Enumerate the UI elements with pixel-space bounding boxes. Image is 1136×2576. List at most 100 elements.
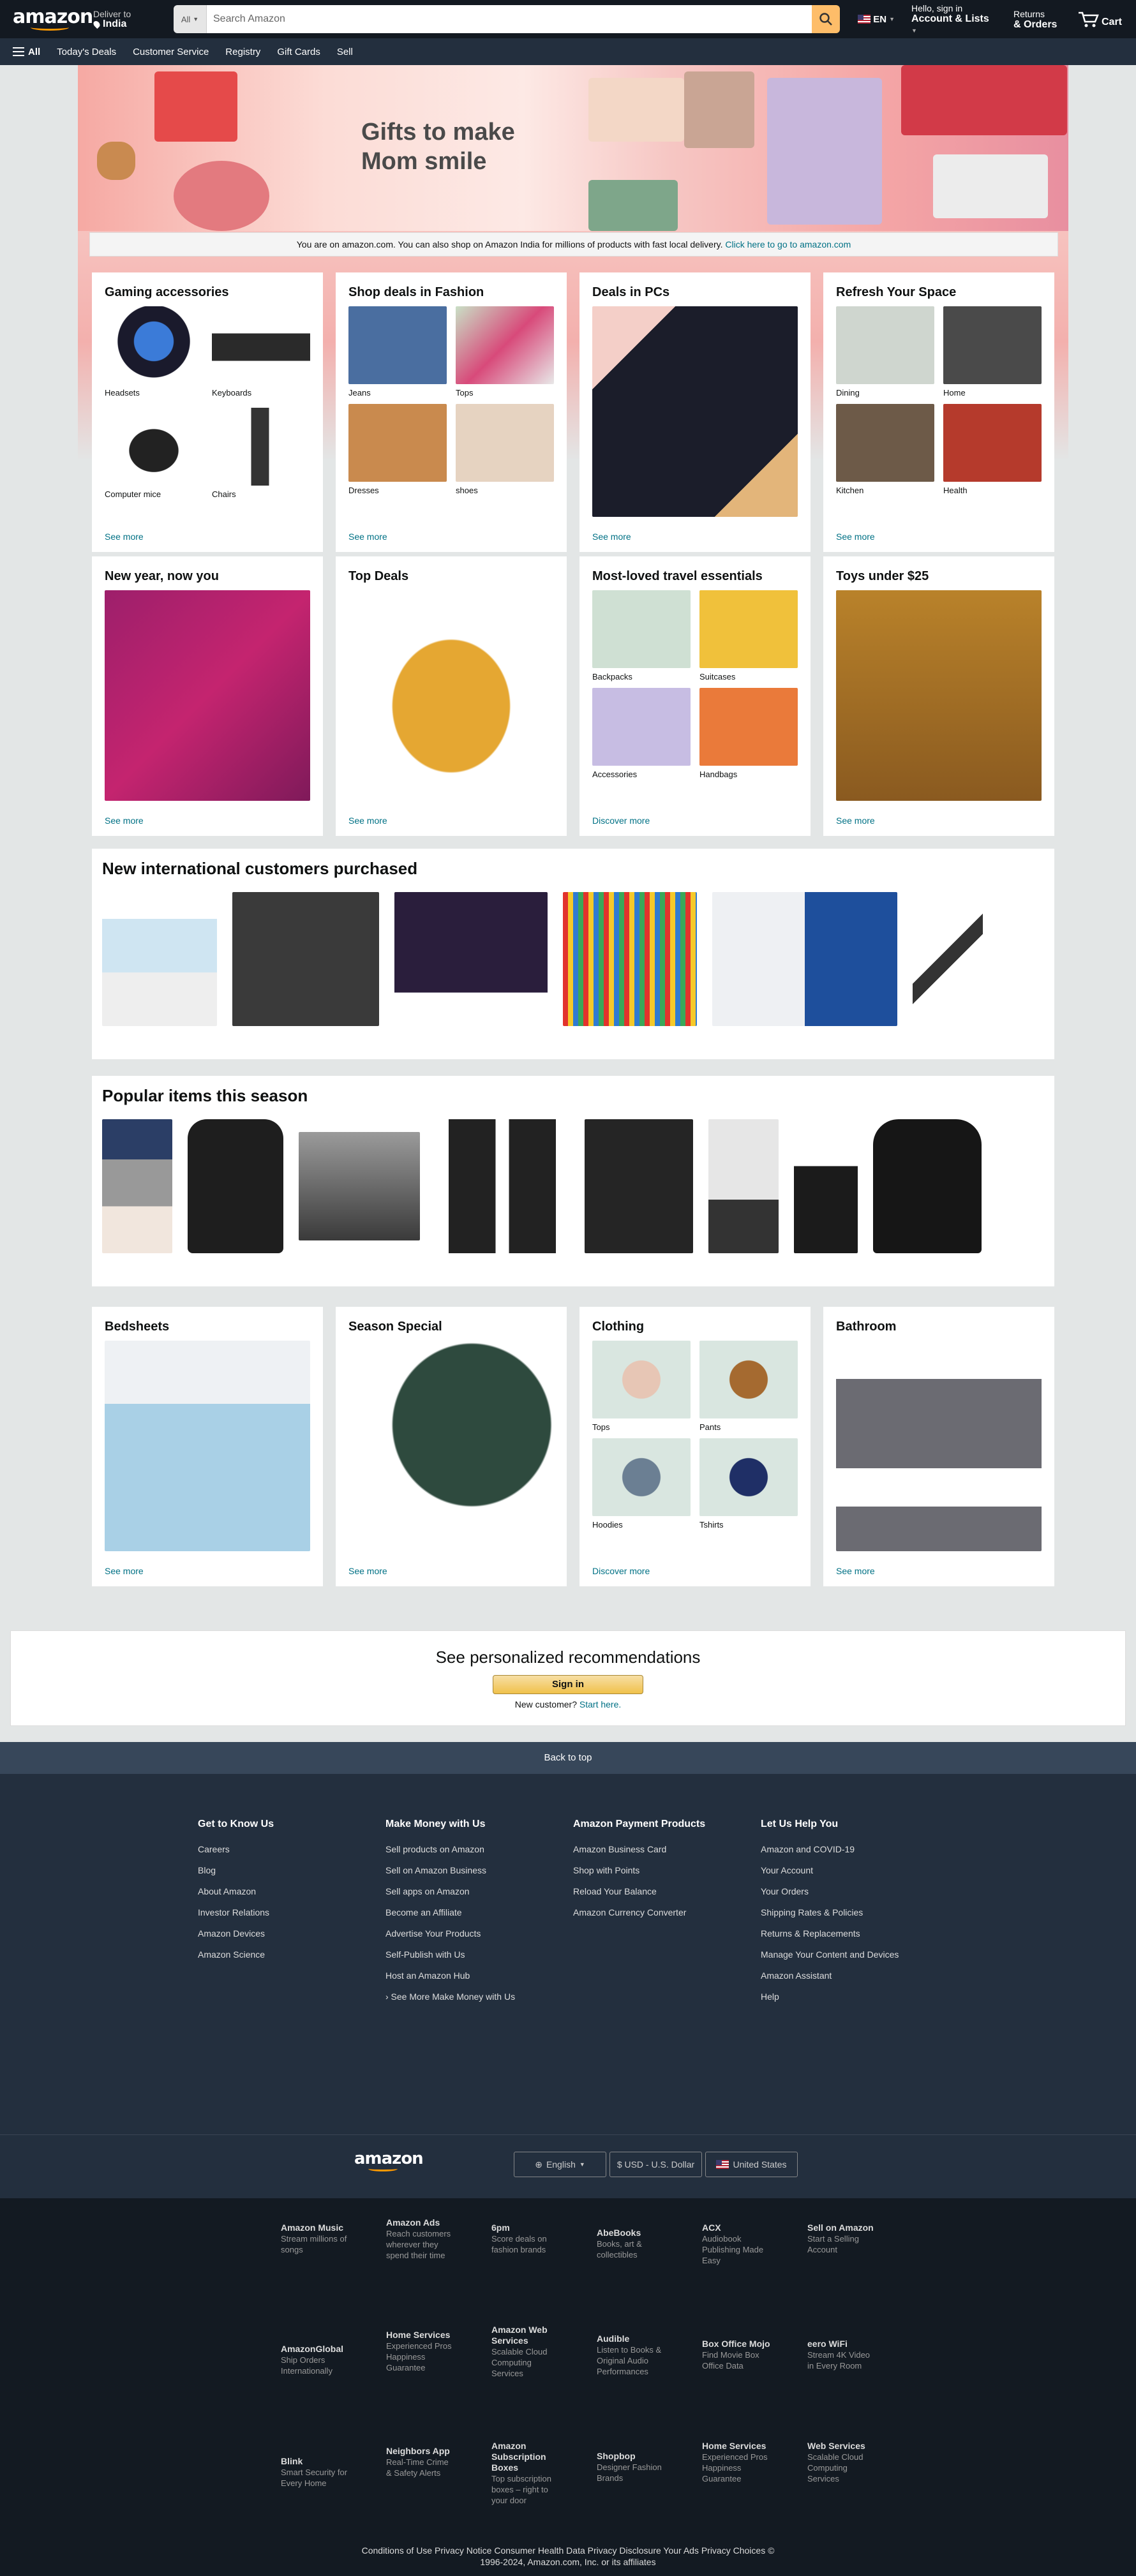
start-here-link[interactable]: Start here. <box>579 1699 621 1709</box>
footer-link[interactable]: Host an Amazon Hub <box>385 1965 573 1986</box>
see-more-link[interactable]: See more <box>592 525 798 542</box>
footer-link[interactable]: Amazon Devices <box>198 1923 385 1944</box>
footer-link[interactable]: Blog <box>198 1860 385 1881</box>
sign-in-button[interactable]: Sign in <box>493 1675 643 1694</box>
footer-link[interactable]: Shop with Points <box>573 1860 761 1881</box>
see-more-link[interactable]: See more <box>348 1560 554 1576</box>
quad-item-shoes[interactable]: shoes <box>456 404 554 495</box>
footer-link[interactable]: Reload Your Balance <box>573 1881 761 1902</box>
quad-item-backpacks[interactable]: Backpacks <box>592 590 691 681</box>
subnav-customer-service[interactable]: Customer Service <box>133 47 209 57</box>
deliver-to[interactable]: Deliver to India <box>91 9 161 29</box>
search-input[interactable] <box>207 5 812 33</box>
quad-item-chairs[interactable]: Chairs <box>212 408 310 499</box>
product-lg-monitor[interactable] <box>394 892 548 1026</box>
discover-more-link[interactable]: Discover more <box>592 1560 798 1576</box>
footer-link[interactable]: › See More Make Money with Us <box>385 1986 573 2007</box>
quad-item-accessories[interactable]: Accessories <box>592 688 691 779</box>
bedsheets-image[interactable] <box>105 1341 310 1551</box>
quad-item-tshirts[interactable]: Tshirts <box>699 1438 798 1530</box>
subnav-gift-cards[interactable]: Gift Cards <box>277 47 320 57</box>
product-curtains[interactable] <box>435 1119 569 1253</box>
product-oxford-cards[interactable] <box>712 892 897 1026</box>
see-more-link[interactable]: See more <box>836 809 1042 826</box>
service-sell-on-amazon[interactable]: Sell on Amazon Start a Selling Account <box>807 2222 878 2255</box>
gaming-pc-image[interactable] <box>592 306 798 517</box>
quad-item-pants[interactable]: Pants <box>699 1341 798 1432</box>
quad-item-keyboards[interactable]: Keyboards <box>212 306 310 398</box>
quad-item-jeans[interactable]: Jeans <box>348 306 447 398</box>
footer-link[interactable]: Manage Your Content and Devices <box>761 1944 948 1965</box>
service-abebooks[interactable]: AbeBooks Books, art & collectibles <box>597 2228 667 2260</box>
service-amazon-ads[interactable]: Amazon Ads Reach customers wherever they … <box>386 2217 456 2261</box>
service-home-services-2[interactable]: Home Services Experienced Pros Happiness … <box>702 2441 772 2484</box>
see-more-link[interactable]: See more <box>836 1560 1042 1576</box>
footer-link[interactable]: Careers <box>198 1839 385 1860</box>
subnav-registry[interactable]: Registry <box>225 47 260 57</box>
service-subscription-boxes[interactable]: Amazon Subscription Boxes Top subscriptio… <box>491 2441 562 2506</box>
subnav-sell[interactable]: Sell <box>337 47 353 57</box>
footer-link[interactable]: Returns & Replacements <box>761 1923 948 1944</box>
footer-link[interactable]: Shipping Rates & Policies <box>761 1902 948 1923</box>
service-box-office-mojo[interactable]: Box Office Mojo Find Movie Box Office Dat… <box>702 2339 772 2371</box>
subnav-todays-deals[interactable]: Today's Deals <box>57 47 116 57</box>
product-trimmer[interactable] <box>913 892 983 1026</box>
footer-link[interactable]: Amazon Business Card <box>573 1839 761 1860</box>
quad-item-tops[interactable]: Tops <box>456 306 554 398</box>
search-category-select[interactable]: All ▼ <box>174 5 207 33</box>
service-shopbop[interactable]: Shopbop Designer Fashion Brands <box>597 2451 667 2483</box>
towels-image[interactable] <box>836 1341 1042 1551</box>
product-crayola[interactable] <box>563 892 697 1026</box>
amazon-logo[interactable]: amazon <box>9 8 93 31</box>
all-menu-button[interactable]: All <box>13 47 40 57</box>
quad-item-hoodies[interactable]: Hoodies <box>592 1438 691 1530</box>
quad-item-handbags[interactable]: Handbags <box>699 688 798 779</box>
new-year-image[interactable] <box>105 590 310 801</box>
footer-link[interactable]: Sell apps on Amazon <box>385 1881 573 1902</box>
footer-amazon-logo[interactable]: amazon <box>354 2149 424 2171</box>
product-blender[interactable] <box>708 1119 779 1253</box>
footer-country-select[interactable]: United States <box>705 2152 798 2177</box>
footer-link[interactable]: Advertise Your Products <box>385 1923 573 1944</box>
quad-item-home[interactable]: Home <box>943 306 1042 398</box>
see-more-link[interactable]: See more <box>836 525 1042 542</box>
back-to-top-button[interactable]: Back to top <box>0 1742 1136 1774</box>
footer-link[interactable]: Sell products on Amazon <box>385 1839 573 1860</box>
service-eero-wifi[interactable]: eero WiFi Stream 4K Video in Every Room <box>807 2339 878 2371</box>
footer-link[interactable]: Your Account <box>761 1860 948 1881</box>
service-home-services[interactable]: Home Services Experienced Pros Happiness … <box>386 2330 456 2373</box>
product-amd-ryzen[interactable] <box>232 892 379 1026</box>
legal-links[interactable]: Conditions of Use Privacy Notice Consume… <box>0 2545 1136 2556</box>
product-backpack[interactable] <box>188 1119 283 1253</box>
hoodie-image[interactable] <box>348 590 554 801</box>
product-graphics-card[interactable] <box>102 892 217 1026</box>
see-more-link[interactable]: See more <box>105 809 310 826</box>
returns-orders[interactable]: Returns & Orders <box>1008 9 1066 30</box>
footer-link[interactable]: Amazon Currency Converter <box>573 1902 761 1923</box>
account-lists[interactable]: Hello, sign in Account & Lists ▼ <box>906 3 1002 36</box>
footer-currency-select[interactable]: $ USD - U.S. Dollar <box>609 2152 702 2177</box>
footer-link[interactable]: Amazon Assistant <box>761 1965 948 1986</box>
product-pants[interactable] <box>794 1119 858 1253</box>
product-toaster[interactable] <box>299 1132 420 1240</box>
service-audible[interactable]: Audible Listen to Books & Original Audio … <box>597 2334 667 2377</box>
service-6pm[interactable]: 6pm Score deals on fashion brands <box>491 2222 562 2255</box>
footer-link[interactable]: Become an Affiliate <box>385 1902 573 1923</box>
footer-link[interactable]: Your Orders <box>761 1881 948 1902</box>
quad-item-dining[interactable]: Dining <box>836 306 934 398</box>
discover-more-link[interactable]: Discover more <box>592 809 798 826</box>
quad-item-suitcases[interactable]: Suitcases <box>699 590 798 681</box>
product-hoodie[interactable] <box>873 1119 982 1253</box>
service-amazon-music[interactable]: Amazon Music Stream millions of songs <box>281 2222 351 2255</box>
quad-item-dresses[interactable]: Dresses <box>348 404 447 495</box>
quad-item-kitchen[interactable]: Kitchen <box>836 404 934 495</box>
quad-item-headsets[interactable]: Headsets <box>105 306 203 398</box>
cart-button[interactable]: Cart <box>1072 10 1127 28</box>
see-more-link[interactable]: See more <box>105 525 310 542</box>
service-neighbors-app[interactable]: Neighbors App Real-Time Crime & Safety Al… <box>386 2446 456 2478</box>
footer-language-select[interactable]: ⊕ English ▼ <box>514 2152 606 2177</box>
region-notice-link[interactable]: Click here to go to amazon.com <box>725 239 851 249</box>
quad-item-health[interactable]: Health <box>943 404 1042 495</box>
language-selector[interactable]: EN ▼ <box>853 14 900 25</box>
footer-link[interactable]: Sell on Amazon Business <box>385 1860 573 1881</box>
